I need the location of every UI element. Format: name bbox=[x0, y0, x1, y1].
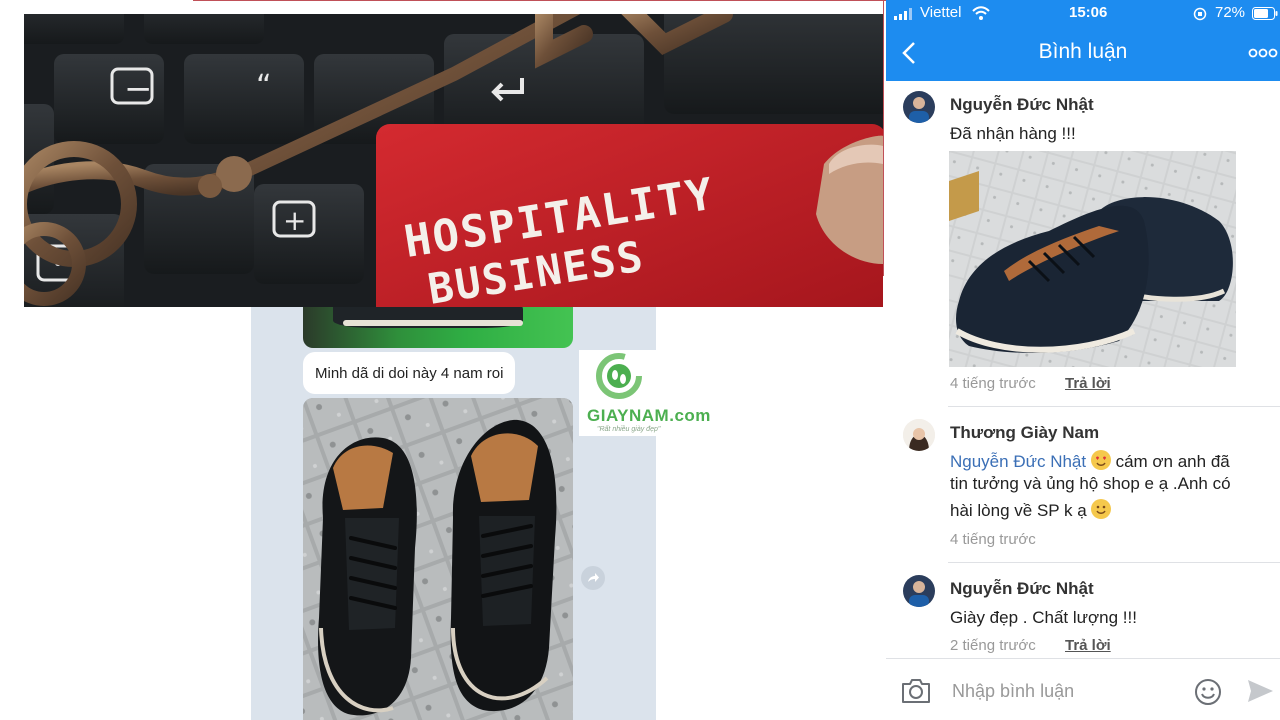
banner-frame-line bbox=[193, 0, 886, 1]
comment-item: Thương Giày Nam Nguyễn Đức Nhật cám ơn a… bbox=[886, 410, 1280, 560]
signal-icon bbox=[894, 8, 912, 20]
status-time: 15:06 bbox=[1069, 4, 1108, 21]
divider bbox=[948, 562, 1280, 563]
comment-item: Nguyễn Đức Nhật Đã nhận hàng !!! 4 tiếng… bbox=[886, 81, 1280, 401]
status-bar: Viettel 15:06 72% bbox=[886, 0, 1280, 27]
comment-time: 4 tiếng trước bbox=[950, 375, 1036, 392]
comment-text-part: hài lòng về SP k ạ bbox=[950, 501, 1087, 520]
screenshot-collage: Minh dã di doi này 4 nam roi GIAYNAM.com… bbox=[0, 0, 1280, 720]
chat-message-text: Minh dã di doi này 4 nam roi bbox=[315, 364, 504, 382]
phone-comments-screen: Viettel 15:06 72% Bình luận Nguyễn Đức N… bbox=[886, 0, 1280, 720]
page-title: Bình luận bbox=[1038, 40, 1128, 63]
comment-text-line2: tin tưởng và ủng hộ shop e ạ .Anh có bbox=[950, 474, 1231, 493]
avatar[interactable] bbox=[903, 575, 935, 607]
more-options-icon[interactable] bbox=[1248, 41, 1278, 65]
plus-key-glyph: + bbox=[283, 204, 306, 237]
battery-icon bbox=[1252, 7, 1278, 20]
chat-message-bubble: Minh dã di doi này 4 nam roi bbox=[303, 352, 516, 394]
logo-slogan: "Rất nhiều giày đẹp" bbox=[597, 426, 661, 433]
mention-link[interactable]: Nguyễn Đức Nhật bbox=[950, 452, 1086, 471]
footprint-logo-icon bbox=[596, 353, 642, 399]
comment-time: 2 tiếng trước bbox=[950, 637, 1036, 654]
heart-eyes-emoji-icon bbox=[1090, 450, 1111, 470]
comment-input[interactable]: Nhập bình luận bbox=[952, 681, 1074, 702]
hospitality-business-banner: − “ + HOSPITALITY BUSINESS bbox=[24, 14, 883, 307]
comment-time: 4 tiếng trước bbox=[950, 531, 1036, 548]
giaynam-logo: GIAYNAM.com "Rất nhiều giày đẹp" bbox=[579, 350, 710, 436]
keyboard-key-photo: − “ + HOSPITALITY BUSINESS bbox=[24, 14, 883, 307]
comment-author[interactable]: Nguyễn Đức Nhật bbox=[950, 95, 1094, 115]
comment-photo-shoes[interactable] bbox=[949, 151, 1236, 367]
camera-icon[interactable] bbox=[900, 677, 932, 705]
comment-composer: Nhập bình luận bbox=[886, 658, 1280, 720]
comment-item: Nguyễn Đức Nhật Giày đẹp . Chất lượng !!… bbox=[886, 566, 1280, 656]
rotation-lock-icon bbox=[1193, 7, 1207, 21]
chat-photo-black-shoes[interactable] bbox=[303, 398, 573, 720]
comment-author[interactable]: Thương Giày Nam bbox=[950, 423, 1099, 443]
reply-link[interactable]: Trả lời bbox=[1065, 637, 1111, 654]
comment-text: Đã nhận hàng !!! bbox=[950, 124, 1076, 143]
reply-link[interactable]: Trả lời bbox=[1065, 375, 1111, 392]
smile-emoji-icon bbox=[1091, 499, 1112, 519]
comment-text-part: cám ơn anh đã bbox=[1110, 452, 1230, 471]
logo-brand-text: GIAYNAM.com bbox=[587, 406, 711, 425]
avatar[interactable] bbox=[903, 419, 935, 451]
carrier-name: Viettel bbox=[920, 4, 962, 21]
emoji-picker-icon[interactable] bbox=[1194, 678, 1222, 706]
share-forward-icon[interactable] bbox=[581, 566, 605, 590]
banner-frame-line-right bbox=[883, 0, 884, 276]
comment-text: Giày đẹp . Chất lượng !!! bbox=[950, 608, 1137, 627]
shoe-sole bbox=[343, 320, 523, 326]
quote-key-glyph: “ bbox=[256, 69, 272, 104]
chat-screenshot: Minh dã di doi này 4 nam roi bbox=[251, 280, 656, 720]
divider bbox=[948, 406, 1280, 407]
avatar[interactable] bbox=[903, 91, 935, 123]
black-shoes-photo bbox=[303, 398, 573, 720]
comment-text-line3: hài lòng về SP k ạ bbox=[950, 497, 1112, 524]
comment-author[interactable]: Nguyễn Đức Nhật bbox=[950, 579, 1094, 599]
wifi-icon bbox=[972, 6, 990, 20]
battery-percent: 72% bbox=[1215, 4, 1246, 21]
navigation-bar: Bình luận bbox=[886, 27, 1280, 81]
send-icon[interactable] bbox=[1246, 677, 1274, 705]
